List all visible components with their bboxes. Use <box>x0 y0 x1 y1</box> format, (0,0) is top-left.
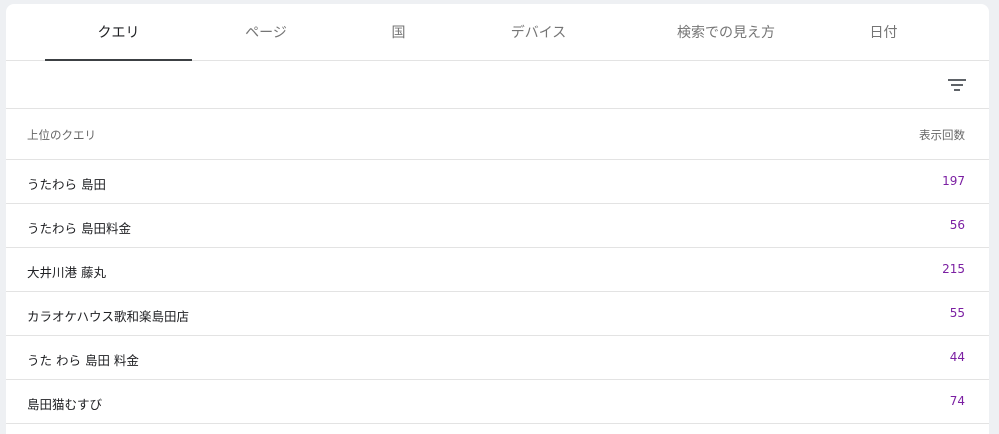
filter-list-icon <box>948 79 966 91</box>
impressions-cell: 44 <box>949 350 965 364</box>
table-row[interactable]: うた わら 島田 料金 44 <box>6 336 989 380</box>
tab-bar: クエリ ページ 国 デバイス 検索での見え方 日付 <box>6 4 989 61</box>
impressions-cell: 55 <box>949 306 965 320</box>
query-cell: うたわら 島田料金 <box>27 221 131 236</box>
table-row[interactable]: うたわら 島田料金 56 <box>6 204 989 248</box>
table-header: 上位のクエリ 表示回数 <box>6 109 989 160</box>
filter-button[interactable] <box>943 71 971 99</box>
impressions-cell: 215 <box>942 262 965 276</box>
tab-dates[interactable]: 日付 <box>826 4 941 60</box>
impressions-cell: 197 <box>942 174 965 188</box>
query-cell: うた わら 島田 料金 <box>27 353 139 368</box>
table-row[interactable]: 島田猫むすび 74 <box>6 380 989 424</box>
tab-search-appearance[interactable]: 検索での見え方 <box>646 4 806 60</box>
tab-queries[interactable]: クエリ <box>45 4 192 61</box>
tab-countries[interactable]: 国 <box>336 4 461 60</box>
column-header-impressions[interactable]: 表示回数 <box>919 127 965 143</box>
performance-card: クエリ ページ 国 デバイス 検索での見え方 日付 上位のクエリ 表示回数 うた… <box>6 4 989 434</box>
query-cell: うたわら 島田 <box>27 177 106 192</box>
tab-pages[interactable]: ページ <box>196 4 336 60</box>
column-header-top-queries[interactable]: 上位のクエリ <box>27 127 96 143</box>
impressions-cell: 56 <box>949 218 965 232</box>
table-row[interactable]: うたわら 島田 197 <box>6 160 989 204</box>
tab-devices[interactable]: デバイス <box>461 4 616 60</box>
table-toolbar <box>6 61 989 109</box>
table-row[interactable]: 大井川港 藤丸 215 <box>6 248 989 292</box>
query-cell: カラオケハウス歌和楽島田店 <box>27 309 190 324</box>
query-cell: 大井川港 藤丸 <box>27 265 106 280</box>
impressions-cell: 74 <box>949 394 965 408</box>
query-cell: 島田猫むすび <box>27 397 103 412</box>
table-row[interactable]: カラオケハウス歌和楽島田店 55 <box>6 292 989 336</box>
